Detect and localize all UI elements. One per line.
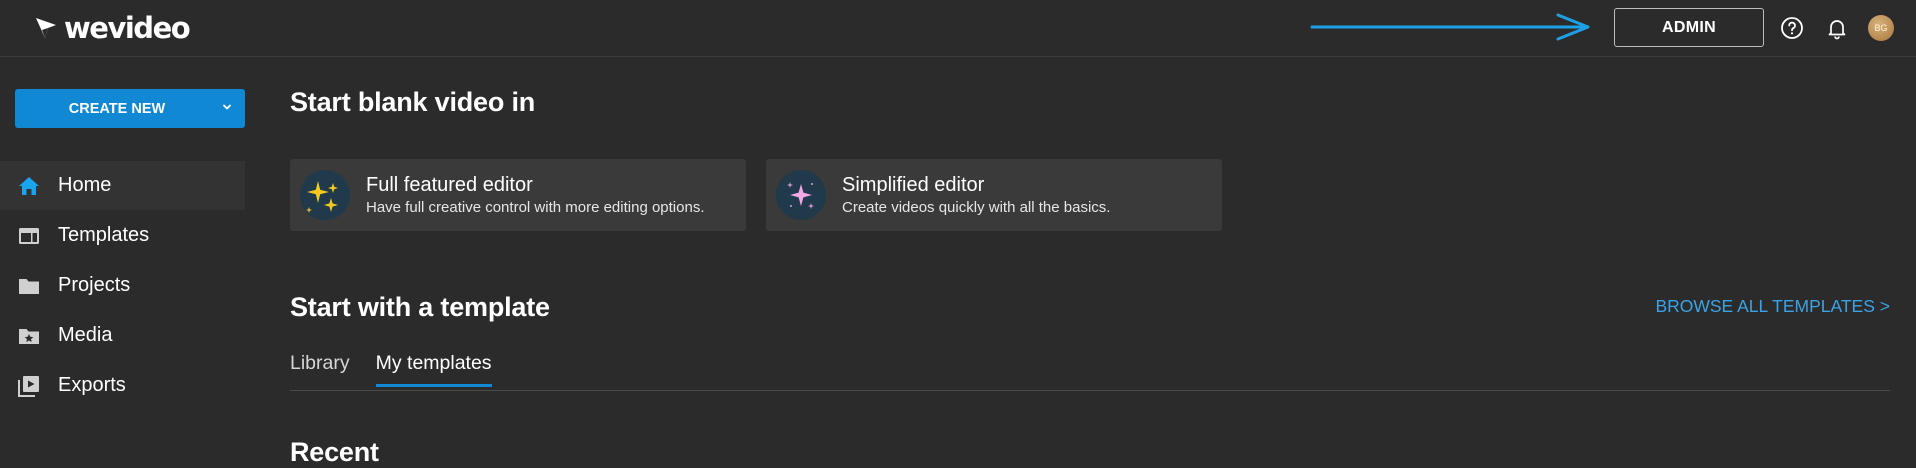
home-icon bbox=[19, 176, 39, 195]
tab-library[interactable]: Library bbox=[290, 350, 350, 387]
create-new-button[interactable]: CREATE NEW bbox=[15, 89, 245, 128]
templates-icon bbox=[19, 227, 39, 244]
section-title-template: Start with a template bbox=[290, 292, 550, 322]
section-title-recent: Recent bbox=[290, 437, 379, 467]
tabs-divider bbox=[290, 390, 1890, 391]
card-title: Full featured editor bbox=[366, 173, 533, 196]
logo-mark-icon bbox=[36, 18, 56, 38]
sidebar-item-media[interactable]: Media bbox=[0, 311, 245, 360]
sidebar-item-exports[interactable]: Exports bbox=[0, 361, 245, 410]
sidebar-item-home[interactable]: Home bbox=[0, 161, 245, 210]
card-description: Have full creative control with more edi… bbox=[366, 198, 705, 216]
section-title-blank-video: Start blank video in bbox=[290, 87, 536, 117]
wevideo-logo[interactable]: wevideo bbox=[34, 10, 191, 46]
card-description: Create videos quickly with all the basic… bbox=[842, 198, 1111, 216]
browse-all-templates-link[interactable]: BROWSE ALL TEMPLATES > bbox=[1600, 296, 1890, 317]
sidebar-item-label: Projects bbox=[58, 274, 131, 296]
create-new-label: CREATE NEW bbox=[68, 100, 166, 117]
sidebar-item-projects[interactable]: Projects bbox=[0, 261, 245, 310]
template-tabs: Library My templates bbox=[290, 350, 492, 387]
sidebar-item-label: Home bbox=[58, 174, 112, 196]
sidebar-item-label: Media bbox=[58, 324, 113, 346]
folder-icon bbox=[19, 278, 39, 294]
media-icon bbox=[19, 328, 39, 344]
logo-text: wevideo bbox=[64, 11, 191, 45]
bell-icon[interactable] bbox=[1825, 16, 1849, 40]
avatar[interactable]: BG bbox=[1868, 15, 1894, 41]
sidebar-item-label: Exports bbox=[58, 374, 126, 396]
top-bar: wevideo ADMIN BG bbox=[0, 0, 1916, 57]
sidebar-nav: Home Templates Projects Media Exports bbox=[0, 161, 245, 411]
full-featured-editor-card[interactable]: Full featured editor Have full creative … bbox=[290, 159, 746, 231]
card-title: Simplified editor bbox=[842, 173, 985, 196]
sparkle-icon bbox=[776, 170, 826, 220]
simplified-editor-card[interactable]: Simplified editor Create videos quickly … bbox=[766, 159, 1222, 231]
admin-button[interactable]: ADMIN bbox=[1614, 8, 1764, 47]
sparkles-icon bbox=[300, 170, 350, 220]
help-icon[interactable] bbox=[1780, 16, 1804, 40]
sidebar-item-label: Templates bbox=[58, 224, 150, 246]
annotation-arrow bbox=[1310, 13, 1590, 41]
chevron-down-icon[interactable] bbox=[221, 101, 233, 113]
sidebar-item-templates[interactable]: Templates bbox=[0, 211, 245, 260]
exports-icon bbox=[18, 375, 39, 397]
tab-my-templates[interactable]: My templates bbox=[375, 350, 492, 387]
